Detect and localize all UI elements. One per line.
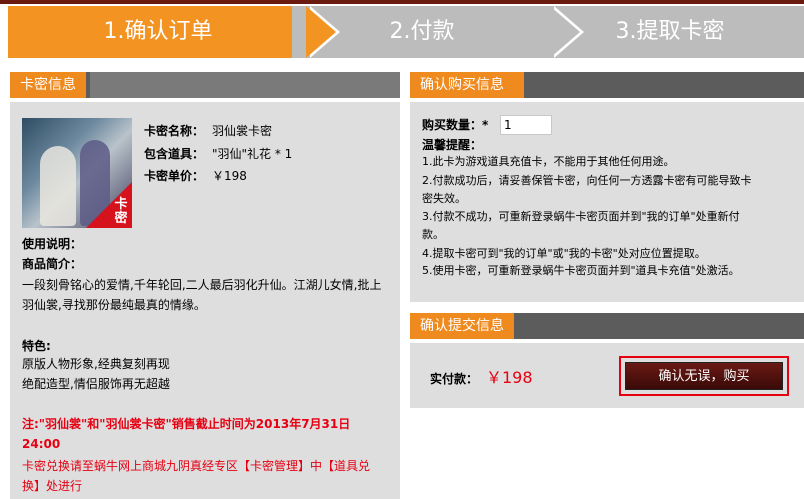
quantity-label: 购买数量：* (422, 118, 489, 132)
corner-badge-text: 卡密 (114, 197, 128, 226)
checkout-steps: 1.确认订单 2.付款 3.提取卡密 (8, 6, 804, 58)
header-stripe (90, 72, 400, 98)
tip-line: 款。 (422, 228, 444, 241)
top-bar (0, 0, 804, 4)
step-arrow (306, 6, 336, 58)
price-value: ￥198 (212, 169, 247, 183)
submit-info-panel: 实付款： ￥198 确认无误，购买 (410, 343, 804, 408)
feature-line: 原版人物形象,经典复刻再现 (22, 357, 170, 371)
price-label: 卡密单价： (144, 169, 205, 183)
usage-label: 使用说明： (22, 237, 83, 251)
figure-female (40, 146, 76, 226)
card-name-row: 卡密名称： 羽仙裳卡密 (144, 122, 272, 139)
pay-amount: ￥198 (486, 368, 533, 387)
intro-line: 一段刻骨铭心的爱情,千年轮回,二人最后羽化升仙。江湖儿女情,批上 (22, 278, 382, 292)
step-confirm-order: 1.确认订单 (8, 6, 308, 58)
tip-line: 4.提取卡密可到"我的订单"或"我的卡密"处对应位置提取。 (422, 247, 706, 260)
card-info-title: 卡密信息 (10, 72, 86, 98)
card-info-header: 卡密信息 (10, 72, 400, 98)
tips-label: 温馨提醒： (422, 138, 483, 152)
intro-label: 商品简介： (22, 257, 83, 271)
intro-line: 羽仙裳,寻找那份最纯最真的情缘。 (22, 298, 206, 312)
contents-label: 包含道具： (144, 147, 205, 161)
step-arrow (550, 6, 580, 58)
feature-line: 绝配造型,情侣服饰再无超越 (22, 377, 170, 391)
sale-deadline-notice: 注:"羽仙裳"和"羽仙裳卡密"销售截止时间为2013年7月31日 (22, 417, 351, 431)
submit-info-header: 确认提交信息 (410, 313, 804, 339)
tip-line: 2.付款成功后，请妥善保管卡密，向任何一方透露卡密有可能导致卡 (422, 174, 752, 187)
purchase-info-header: 确认购买信息 (410, 72, 804, 98)
tip-line: 密失效。 (422, 192, 466, 205)
purchase-info-title: 确认购买信息 (410, 72, 524, 98)
confirm-purchase-button[interactable]: 确认无误，购买 (625, 362, 783, 390)
submit-info-title: 确认提交信息 (410, 313, 514, 339)
pay-label: 实付款： (430, 372, 479, 386)
card-info-panel: 卡密 卡密名称： 羽仙裳卡密 包含道具： "羽仙"礼花 * 1 卡密单价： ￥198 … (10, 102, 400, 499)
step-label: 3.提取卡密 (615, 19, 725, 44)
card-name-label: 卡密名称： (144, 124, 205, 138)
price-row: 卡密单价： ￥198 (144, 167, 247, 184)
step-label: 1.确认订单 (103, 19, 213, 44)
sale-deadline-notice: 24:00 (22, 437, 61, 451)
product-image: 卡密 (22, 118, 132, 228)
tip-line: 1.此卡为游戏道具充值卡，不能用于其他任何用途。 (422, 155, 675, 168)
card-name-value: 羽仙裳卡密 (212, 124, 273, 138)
quantity-input[interactable] (500, 115, 552, 135)
step-label: 2.付款 (389, 19, 455, 44)
tip-line: 3.付款不成功，可重新登录蜗牛卡密页面并到"我的订单"处重新付 (422, 210, 740, 223)
feature-label: 特色: (22, 339, 51, 353)
contents-row: 包含道具： "羽仙"礼花 * 1 (144, 145, 292, 162)
confirm-button-highlight: 确认无误，购买 (619, 356, 789, 396)
tip-line: 5.使用卡密，可重新登录蜗牛卡密页面并到"道具卡充值"处激活。 (422, 264, 740, 277)
contents-value: "羽仙"礼花 * 1 (212, 147, 293, 161)
redeem-instruction: 卡密兑换请至蜗牛网上商城九阴真经专区【卡密管理】中【道具兑 (22, 459, 371, 473)
redeem-instruction: 换】处进行 (22, 479, 83, 493)
purchase-info-panel: 购买数量：* 温馨提醒： 1.此卡为游戏道具充值卡，不能用于其他任何用途。 2.… (410, 102, 804, 302)
